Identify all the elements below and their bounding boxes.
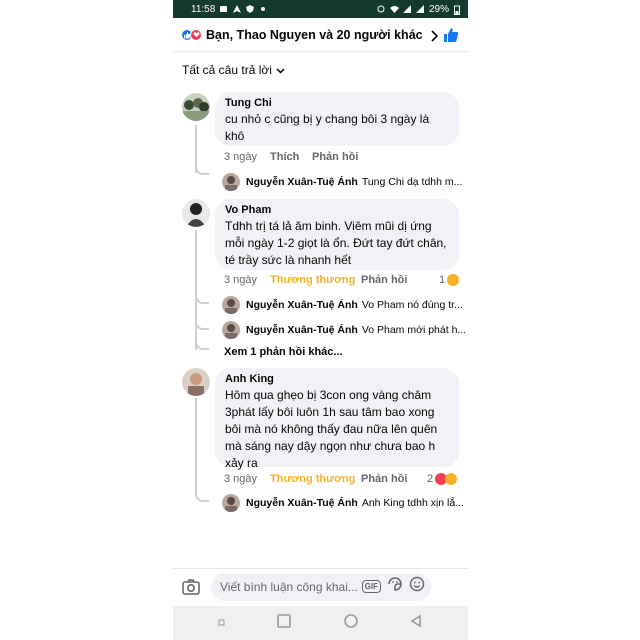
comment-actions: 3 ngày Thích Phản hồi xyxy=(224,151,358,163)
chevron-down-icon xyxy=(276,63,285,77)
reply-item[interactable]: Nguyễn Xuân-Tuệ Ánh Tung Chi dạ tdhh m..… xyxy=(222,173,462,191)
wifi-icon xyxy=(389,5,399,13)
comment-input[interactable]: Viết bình luận công khai... GIF xyxy=(211,572,431,601)
comment-composer: Viết bình luận công khai... GIF xyxy=(173,568,468,604)
chevron-right-icon xyxy=(429,29,439,42)
recent-apps-icon[interactable] xyxy=(218,614,226,632)
home-square-icon[interactable] xyxy=(276,613,292,634)
reply-text: Vo Pham nó đúng tr... xyxy=(361,299,463,311)
camera-icon[interactable] xyxy=(181,577,201,597)
reply-action-button[interactable]: Phản hồi xyxy=(361,274,407,286)
avatar-vo-pham[interactable] xyxy=(182,199,210,227)
comment-text: Tdhh trị tá lả ăm binh. Viêm mũi dị ứng … xyxy=(225,219,447,267)
signal-icon xyxy=(402,5,411,13)
thread-connector xyxy=(195,338,209,350)
love-action-button[interactable]: Thương thương xyxy=(270,274,361,286)
reply-author[interactable]: Nguyễn Xuân-Tuệ Ánh xyxy=(246,324,358,336)
reply-item[interactable]: Nguyễn Xuân-Tuệ Ánh Anh King tdhh xịn lắ… xyxy=(222,494,464,512)
reaction-count[interactable]: 1 xyxy=(439,274,460,286)
reply-item[interactable]: Nguyễn Xuân-Tuệ Ánh Vo Pham mới phát h..… xyxy=(222,321,466,339)
like-button-icon[interactable] xyxy=(442,26,460,44)
comment-actions: 3 ngày Thương thương Phản hồi xyxy=(224,473,407,485)
reaction-count-value: 2 xyxy=(427,473,434,485)
comment-bubble[interactable]: Anh King Hôm qua ghẹo bị 3con ong vàng c… xyxy=(215,368,459,470)
thread-connector xyxy=(195,490,209,502)
sticker-icon[interactable] xyxy=(387,576,403,597)
status-bar: 11:58 29% xyxy=(173,0,468,18)
reply-filter-dropdown[interactable]: Tất cả câu trả lời xyxy=(182,63,285,77)
thread-connector xyxy=(195,163,209,175)
thread-connector xyxy=(195,318,209,330)
android-nav-bar xyxy=(173,606,468,640)
reply-avatar[interactable] xyxy=(222,494,240,512)
reactions-header[interactable]: Bạn, Thao Nguyen và 20 người khác xyxy=(173,18,468,52)
comment-bubble[interactable]: Tung Chi cu nhỏ c cũng bị y chang bôi 3 … xyxy=(215,92,459,146)
care-reaction-icon xyxy=(445,473,458,485)
reaction-count[interactable]: 2 xyxy=(427,473,458,485)
reply-author[interactable]: Nguyễn Xuân-Tuệ Ánh xyxy=(246,497,358,509)
love-reaction-icon xyxy=(190,28,202,41)
shield-icon xyxy=(246,5,255,13)
care-reaction-icon xyxy=(447,274,460,286)
comment-author[interactable]: Anh King xyxy=(225,373,449,385)
avatar-anh-king[interactable] xyxy=(182,368,210,396)
reply-author[interactable]: Nguyễn Xuân-Tuệ Ánh xyxy=(246,176,358,188)
reply-item[interactable]: Nguyễn Xuân-Tuệ Ánh Vo Pham nó đúng tr..… xyxy=(222,296,463,314)
battery-icon xyxy=(454,5,462,15)
emoji-icon[interactable] xyxy=(409,576,425,597)
avatar-tung-chi[interactable] xyxy=(182,93,210,121)
filter-label: Tất cả câu trả lời xyxy=(182,63,272,77)
reply-text: Tung Chi dạ tdhh m... xyxy=(361,176,463,188)
location-icon xyxy=(233,5,242,13)
thread-connector xyxy=(195,292,209,304)
view-more-replies-link[interactable]: Xem 1 phản hồi khác... xyxy=(224,346,343,358)
comment-author[interactable]: Tung Chi xyxy=(225,97,449,109)
reply-action-button[interactable]: Phản hồi xyxy=(312,151,358,163)
reply-text: Vo Pham mới phát h... xyxy=(361,324,467,336)
battery-percent: 29% xyxy=(428,3,449,15)
reply-author[interactable]: Nguyễn Xuân-Tuệ Ánh xyxy=(246,299,358,311)
notification-icon xyxy=(220,5,228,13)
comment-input-placeholder: Viết bình luận công khai... xyxy=(220,579,358,594)
comment-bubble[interactable]: Vo Pham Tdhh trị tá lả ăm binh. Viêm mũi… xyxy=(215,199,459,270)
comment-time: 3 ngày xyxy=(224,151,258,163)
love-action-button[interactable]: Thương thương xyxy=(270,473,361,485)
comment-text: Hôm qua ghẹo bị 3con ong vàng châm 3phát… xyxy=(225,388,438,470)
thread-line xyxy=(195,398,197,493)
reaction-icons xyxy=(181,28,202,41)
reply-avatar[interactable] xyxy=(222,321,240,339)
back-icon[interactable] xyxy=(409,614,423,633)
comment-author[interactable]: Vo Pham xyxy=(225,204,449,216)
comment-text: cu nhỏ c cũng bị y chang bôi 3 ngày là k… xyxy=(225,112,430,143)
reply-action-button[interactable]: Phản hồi xyxy=(361,473,407,485)
reply-text: Anh King tdhh xịn lắ... xyxy=(361,497,464,509)
reply-avatar[interactable] xyxy=(222,173,240,191)
reaction-count-value: 1 xyxy=(439,274,446,286)
dot-icon xyxy=(259,5,267,13)
like-action-button[interactable]: Thích xyxy=(270,151,312,163)
comment-time: 3 ngày xyxy=(224,473,258,485)
phone-screen: 11:58 29% Bạn, Thao Nguyen và 20 người k… xyxy=(173,0,468,640)
comment-time: 3 ngày xyxy=(224,274,258,286)
reply-avatar[interactable] xyxy=(222,296,240,314)
gif-button[interactable]: GIF xyxy=(361,580,381,593)
home-circle-icon[interactable] xyxy=(343,613,359,634)
comment-actions: 3 ngày Thương thương Phản hồi xyxy=(224,274,407,286)
reactions-summary: Bạn, Thao Nguyen và 20 người khác xyxy=(206,27,423,42)
alarm-icon xyxy=(377,5,385,13)
signal-icon xyxy=(415,5,424,13)
status-time: 11:58 xyxy=(191,3,216,15)
thread-line xyxy=(195,230,197,350)
